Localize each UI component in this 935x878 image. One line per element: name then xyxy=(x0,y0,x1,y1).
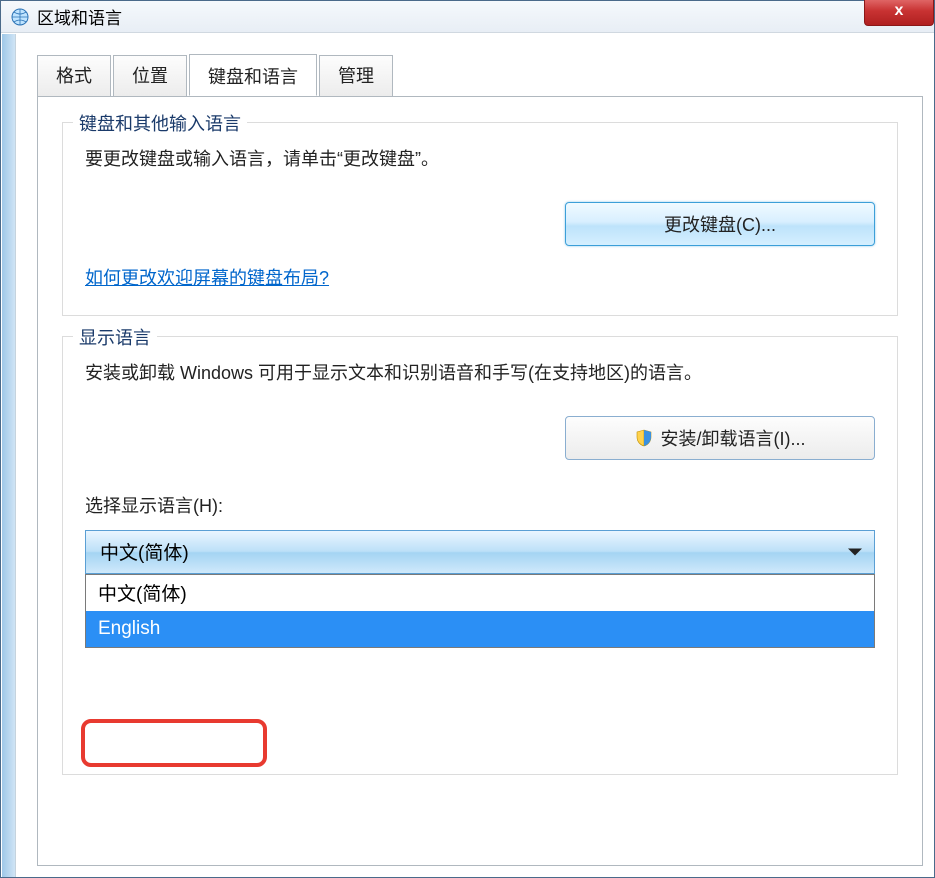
install-uninstall-language-button[interactable]: 安装/卸载语言(I)... xyxy=(565,416,875,460)
combo-selected-display[interactable]: 中文(简体) xyxy=(85,530,875,574)
group-display-language: 显示语言 安装或卸载 Windows 可用于显示文本和识别语音和手写(在支持地区… xyxy=(62,336,898,775)
tab-location[interactable]: 位置 xyxy=(113,55,187,97)
change-keyboard-button[interactable]: 更改键盘(C)... xyxy=(565,202,875,246)
close-icon: x xyxy=(895,2,904,20)
tab-format[interactable]: 格式 xyxy=(37,55,111,97)
titlebar: 区域和语言 x xyxy=(1,1,934,33)
group-display-title: 显示语言 xyxy=(73,324,157,350)
window: 区域和语言 x 格式 位置 键盘和语言 管理 键盘和其他输入语言 要更改键盘或输… xyxy=(0,0,935,878)
tab-keyboard-language[interactable]: 键盘和语言 xyxy=(189,54,317,96)
select-display-language-label: 选择显示语言(H): xyxy=(85,492,875,518)
combo-dropdown: 中文(简体) English xyxy=(85,574,875,648)
window-title: 区域和语言 xyxy=(37,4,934,29)
close-button[interactable]: x xyxy=(864,0,934,26)
tabstrip: 格式 位置 键盘和语言 管理 xyxy=(37,54,923,96)
tab-admin[interactable]: 管理 xyxy=(319,55,393,97)
globe-icon xyxy=(11,8,29,26)
combo-option-chinese[interactable]: 中文(简体) xyxy=(86,575,874,611)
group-keyboard-title: 键盘和其他输入语言 xyxy=(73,110,247,136)
annotation-highlight xyxy=(81,719,267,767)
group-display-description: 安装或卸载 Windows 可用于显示文本和识别语音和手写(在支持地区)的语言。 xyxy=(85,359,875,388)
install-uninstall-language-label: 安装/卸载语言(I)... xyxy=(661,425,806,451)
group-keyboard-description: 要更改键盘或输入语言，请单击“更改键盘”。 xyxy=(85,145,875,174)
chevron-down-icon xyxy=(848,548,862,555)
display-language-combo[interactable]: 中文(简体) 中文(简体) English xyxy=(85,530,875,574)
content-area: 格式 位置 键盘和语言 管理 键盘和其他输入语言 要更改键盘或输入语言，请单击“… xyxy=(17,34,933,877)
group-keyboard: 键盘和其他输入语言 要更改键盘或输入语言，请单击“更改键盘”。 更改键盘(C).… xyxy=(62,122,898,316)
welcome-screen-layout-link[interactable]: 如何更改欢迎屏幕的键盘布局? xyxy=(85,268,329,288)
shield-icon xyxy=(635,429,653,447)
combo-selected-value: 中文(简体) xyxy=(100,538,189,565)
dwm-left-accent xyxy=(2,34,16,877)
combo-option-english[interactable]: English xyxy=(86,611,874,647)
tab-panel: 键盘和其他输入语言 要更改键盘或输入语言，请单击“更改键盘”。 更改键盘(C).… xyxy=(37,96,923,866)
